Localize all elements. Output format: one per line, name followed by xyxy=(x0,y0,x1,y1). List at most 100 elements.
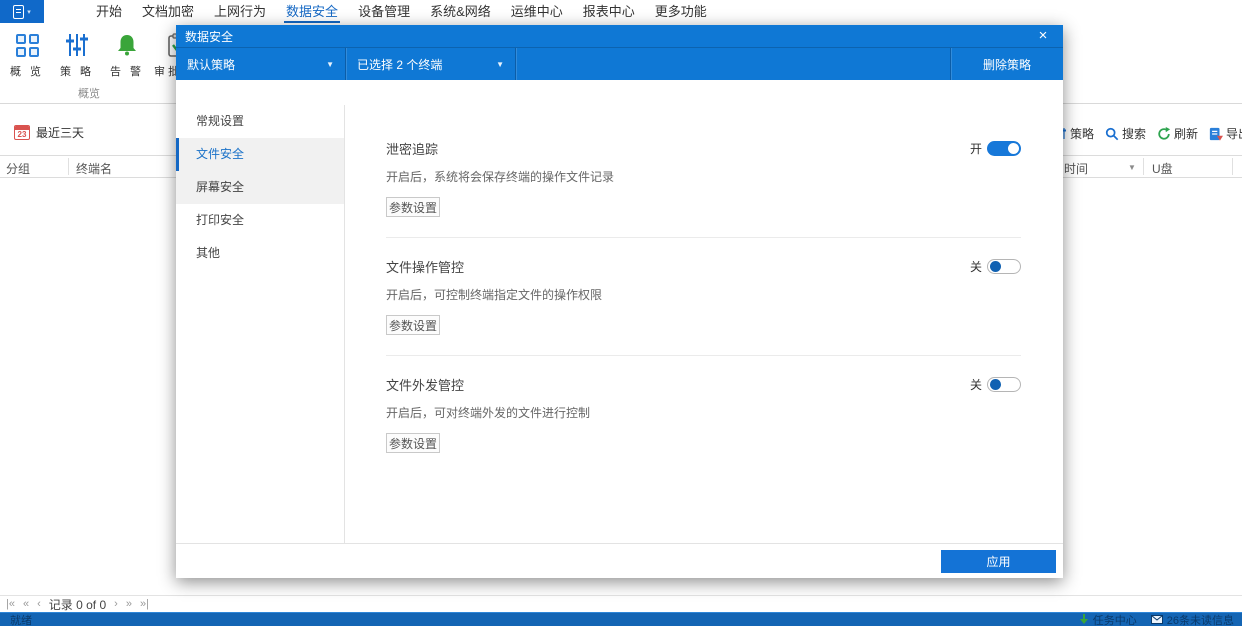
filter-caret-icon[interactable]: ▼ xyxy=(1128,163,1136,172)
file-outgoing-toggle[interactable] xyxy=(987,377,1021,392)
section-description: 开启后，可对终端外发的文件进行控制 xyxy=(386,406,591,420)
dialog-sidebar: 常规设置 文件安全 屏幕安全 打印安全 其他 xyxy=(176,105,345,543)
tab-more[interactable]: 更多功能 xyxy=(655,0,707,23)
toggle-group: 开 xyxy=(970,140,1021,157)
column-header-terminal[interactable]: 终端名 xyxy=(76,160,112,177)
dialog-footer: 应用 xyxy=(176,543,1063,578)
pagination-bar: |« « ‹ 记录 0 of 0 › » »| xyxy=(0,595,1242,612)
policy-dropdown[interactable]: 默认策略 ▼ xyxy=(176,48,345,80)
sidebar-item-file-security[interactable]: 文件安全 xyxy=(176,138,344,171)
terminal-dropdown-label: 已选择 2 个终端 xyxy=(357,57,443,72)
section-header: 泄密追踪 开 xyxy=(386,139,1021,158)
envelope-icon xyxy=(1150,615,1163,624)
section-divider xyxy=(386,355,1021,356)
section-title: 文件外发管控 xyxy=(386,378,465,393)
column-header-time[interactable]: 时间 xyxy=(1064,160,1088,177)
ribbon-overview-label: 概 览 xyxy=(9,66,45,78)
task-center-label: 任务中心 xyxy=(1092,614,1137,626)
column-divider xyxy=(1143,158,1144,175)
menubar: ▾ 开始 文档加密 上网行为 数据安全 设备管理 系统&网络 运维中心 报表中心… xyxy=(0,0,1242,23)
section-header: 文件操作管控 关 xyxy=(386,257,1021,276)
ribbon-group-label: 概览 xyxy=(78,88,100,100)
record-count-label: 记录 0 of 0 xyxy=(48,597,107,612)
toggle-state-label: 关 xyxy=(969,260,982,274)
section-file-operation: 文件操作管控 关 开启后，可控制终端指定文件的操作权限 参数设置 xyxy=(386,257,1021,335)
page-last-button[interactable]: »| xyxy=(140,598,149,610)
statusbar: 就绪 任务中心 26条未读信息 xyxy=(0,612,1242,626)
chevron-down-icon: ▼ xyxy=(496,59,504,69)
tab-report-center[interactable]: 报表中心 xyxy=(583,0,635,23)
app-logo-icon xyxy=(13,4,25,19)
dialog-title: 数据安全 xyxy=(185,29,234,44)
refresh-tool-label: 刷新 xyxy=(1174,127,1199,141)
tab-start[interactable]: 开始 xyxy=(96,0,122,23)
refresh-icon xyxy=(1158,126,1171,140)
tab-data-security-label: 数据安全 xyxy=(286,4,339,19)
search-tool-label: 搜索 xyxy=(1122,127,1147,141)
page-next-button[interactable]: › xyxy=(114,598,118,610)
section-file-outgoing: 文件外发管控 关 开启后，可对终端外发的文件进行控制 参数设置 xyxy=(386,375,1021,453)
section-title: 泄密追踪 xyxy=(386,142,439,157)
tab-system-network[interactable]: 系统&网络 xyxy=(430,0,491,23)
policy-dropdown-label: 默认策略 xyxy=(187,57,236,72)
status-ready-label: 就绪 xyxy=(10,614,32,626)
sidebar-item-screen-security[interactable]: 屏幕安全 xyxy=(176,171,344,204)
sidebar-item-other[interactable]: 其他 xyxy=(176,237,344,270)
grid-icon xyxy=(15,33,39,57)
tab-device-mgmt[interactable]: 设备管理 xyxy=(358,0,410,23)
ribbon-alert-button[interactable]: 告 警 xyxy=(104,23,150,79)
chevron-down-icon: ▼ xyxy=(326,59,334,69)
menu-tabs: 开始 文档加密 上网行为 数据安全 设备管理 系统&网络 运维中心 报表中心 更… xyxy=(96,0,707,23)
tab-web-behavior[interactable]: 上网行为 xyxy=(214,0,266,23)
page-fast-prev-button[interactable]: « xyxy=(23,598,29,610)
param-settings-button[interactable]: 参数设置 xyxy=(386,433,440,453)
page-prev-button[interactable]: ‹ xyxy=(37,598,41,610)
column-header-usb[interactable]: U盘 xyxy=(1152,160,1173,177)
toggle-group: 关 xyxy=(970,258,1021,275)
statusbar-right: 任务中心 26条未读信息 xyxy=(1079,612,1234,626)
calendar-icon: 23 xyxy=(14,125,30,140)
sidebar-item-print-security[interactable]: 打印安全 xyxy=(176,204,344,237)
export-tool-button[interactable]: 导出 xyxy=(1209,125,1242,142)
section-header: 文件外发管控 关 xyxy=(386,375,1021,394)
ribbon-policy-button[interactable]: 策 略 xyxy=(54,23,100,79)
toggle-group: 关 xyxy=(970,376,1021,393)
chevron-down-icon: ▾ xyxy=(27,8,31,16)
export-icon xyxy=(1209,127,1224,141)
app-menu-button[interactable]: ▾ xyxy=(0,0,44,23)
task-center-button[interactable]: 任务中心 xyxy=(1079,612,1137,626)
toggle-state-label: 开 xyxy=(969,142,982,156)
section-leak-tracking: 泄密追踪 开 开启后，系统将会保存终端的操作文件记录 参数设置 xyxy=(386,139,1021,217)
delete-policy-button[interactable]: 删除策略 xyxy=(951,48,1063,80)
leak-tracking-toggle[interactable] xyxy=(987,141,1021,156)
apply-button[interactable]: 应用 xyxy=(941,549,1056,573)
search-tool-button[interactable]: 搜索 xyxy=(1105,125,1146,142)
bell-icon xyxy=(118,35,136,56)
date-filter-label: 最近三天 xyxy=(36,126,85,140)
page-fast-next-button[interactable]: » xyxy=(126,598,132,610)
policy-tool-label: 策略 xyxy=(1070,127,1095,141)
file-operation-toggle[interactable] xyxy=(987,259,1021,274)
screen: ▾ 开始 文档加密 上网行为 数据安全 设备管理 系统&网络 运维中心 报表中心… xyxy=(0,0,1242,626)
param-settings-button[interactable]: 参数设置 xyxy=(386,197,440,217)
ribbon-policy-label: 策 略 xyxy=(59,66,95,78)
terminal-dropdown[interactable]: 已选择 2 个终端 ▼ xyxy=(346,48,515,80)
refresh-tool-button[interactable]: 刷新 xyxy=(1157,125,1198,142)
sidebar-item-general[interactable]: 常规设置 xyxy=(176,105,344,138)
page-first-button[interactable]: |« xyxy=(6,598,15,610)
ribbon-overview-button[interactable]: 概 览 xyxy=(4,23,50,79)
column-header-group[interactable]: 分组 xyxy=(6,160,30,177)
toggle-state-label: 关 xyxy=(969,378,982,392)
date-filter[interactable]: 23 最近三天 xyxy=(14,124,84,141)
tab-data-security[interactable]: 数据安全 xyxy=(284,0,341,23)
dialog-content: 泄密追踪 开 开启后，系统将会保存终端的操作文件记录 参数设置 文件操作管控 关… xyxy=(345,105,1063,543)
section-description: 开启后，系统将会保存终端的操作文件记录 xyxy=(386,170,615,184)
unread-messages-button[interactable]: 26条未读信息 xyxy=(1150,612,1234,626)
section-title: 文件操作管控 xyxy=(386,260,465,275)
param-settings-button[interactable]: 参数设置 xyxy=(386,315,440,335)
close-icon[interactable]: × xyxy=(1032,25,1054,47)
tab-ops-center[interactable]: 运维中心 xyxy=(511,0,563,23)
section-divider xyxy=(386,237,1021,238)
tab-doc-encrypt[interactable]: 文档加密 xyxy=(142,0,194,23)
